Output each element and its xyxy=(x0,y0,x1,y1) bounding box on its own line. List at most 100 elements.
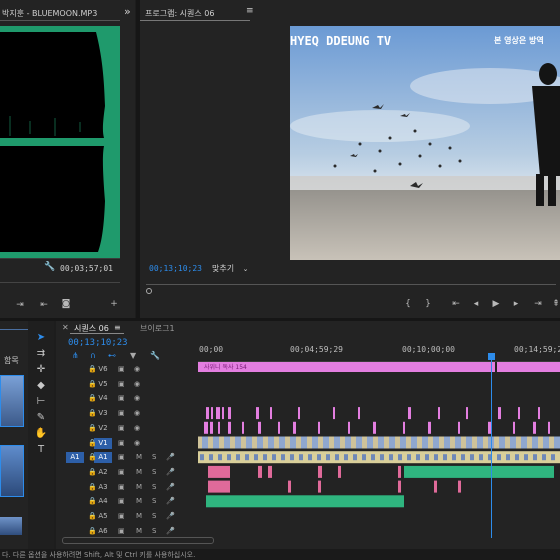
mic-icon[interactable]: 🎤 xyxy=(166,512,175,520)
solo-icon[interactable]: S xyxy=(152,483,156,491)
audio-clip-a1[interactable] xyxy=(470,454,474,461)
audio-clip-a1[interactable] xyxy=(227,454,231,461)
title-clip-v2[interactable] xyxy=(204,421,208,434)
video-clip-v1[interactable] xyxy=(290,436,296,449)
source-panel-menu[interactable]: » xyxy=(124,5,131,18)
audio-clip-a1[interactable] xyxy=(452,454,456,461)
audio-track-a1[interactable] xyxy=(198,451,560,464)
title-clip-v3[interactable] xyxy=(358,407,360,420)
lock-icon[interactable]: 🔒 xyxy=(88,424,97,432)
title-clip-v3[interactable] xyxy=(438,407,440,420)
audio-clip-a1[interactable] xyxy=(515,454,519,461)
audio-clip-a1[interactable] xyxy=(533,454,537,461)
wrench-icon[interactable]: 🔧 xyxy=(44,262,55,272)
mark-in-icon[interactable]: { xyxy=(402,299,414,309)
pen-icon[interactable]: ✎ xyxy=(34,411,48,425)
mic-icon[interactable]: 🎤 xyxy=(166,527,175,535)
timeline-scrollbar[interactable] xyxy=(62,537,214,544)
audio-clip-a3[interactable] xyxy=(208,480,230,493)
title-clip-v3[interactable] xyxy=(333,407,335,420)
clip-area[interactable]: 사위니 독사 154 xyxy=(198,361,560,539)
video-clip-v1[interactable] xyxy=(279,436,285,449)
audio-clip-a2-green[interactable] xyxy=(404,465,554,478)
audio-clip-a1[interactable] xyxy=(461,454,465,461)
go-to-out-icon[interactable]: ⇥ xyxy=(532,299,544,309)
audio-clip-a3[interactable] xyxy=(434,480,437,493)
audio-clip-a1[interactable] xyxy=(524,454,528,461)
video-clip-v1[interactable] xyxy=(444,436,450,449)
eye-icon[interactable]: ◉ xyxy=(134,424,140,432)
source-ruler[interactable] xyxy=(0,282,120,289)
video-clip-v1[interactable] xyxy=(499,436,505,449)
selection-tool-icon[interactable]: ➤ xyxy=(34,331,48,345)
video-clip-v1[interactable] xyxy=(202,436,208,449)
timeline-tab-other[interactable]: 브이로그1 xyxy=(140,323,175,334)
program-menu[interactable]: ≡ xyxy=(246,6,254,16)
video-clip-v1[interactable] xyxy=(378,436,384,449)
title-clip-v3[interactable] xyxy=(408,407,411,420)
video-clip-v1[interactable] xyxy=(301,436,307,449)
video-clip-v1[interactable] xyxy=(554,436,560,449)
mute-icon[interactable]: M xyxy=(136,483,142,491)
lock-icon[interactable]: 🔒 xyxy=(88,453,97,461)
program-timecode[interactable]: 00;13;10;23 xyxy=(149,264,202,273)
video-clip-v1[interactable] xyxy=(213,436,219,449)
mute-icon[interactable]: M xyxy=(136,453,142,461)
lock-icon[interactable]: 🔒 xyxy=(88,512,97,520)
thumbnail-2[interactable] xyxy=(0,445,24,497)
razor-icon[interactable]: ◆ xyxy=(34,379,48,393)
mute-icon[interactable]: M xyxy=(136,527,142,535)
video-clip-v1[interactable] xyxy=(433,436,439,449)
audio-clip-a1[interactable] xyxy=(254,454,258,461)
title-clip-v3[interactable] xyxy=(498,407,501,420)
audio-clip-a1[interactable] xyxy=(398,454,402,461)
audio-clip-a1[interactable] xyxy=(281,454,285,461)
audio-clip-a2[interactable] xyxy=(268,465,272,478)
sync-icon[interactable]: ▣ xyxy=(118,497,125,505)
track-header-v1[interactable]: V1 🔒 ▣ ◉ xyxy=(56,437,196,450)
slip-icon[interactable]: ⊢ xyxy=(34,395,48,409)
marker-icon[interactable]: ▼ xyxy=(130,351,136,360)
audio-clip-a1[interactable] xyxy=(209,454,213,461)
title-clip-v2[interactable] xyxy=(278,421,280,434)
title-clip-v3[interactable] xyxy=(466,407,468,420)
hand-icon[interactable]: ✋ xyxy=(34,427,48,441)
audio-clip-a1[interactable] xyxy=(308,454,312,461)
eye-icon[interactable]: ◉ xyxy=(134,380,140,388)
music-clip-a4[interactable] xyxy=(206,495,404,508)
title-clip-v3[interactable] xyxy=(222,407,224,420)
video-clip-v1[interactable] xyxy=(257,436,263,449)
audio-clip-a3[interactable] xyxy=(458,480,461,493)
lock-icon[interactable]: 🔒 xyxy=(88,409,97,417)
video-clip-v1[interactable] xyxy=(510,436,516,449)
track-select-icon[interactable]: ⇉ xyxy=(34,347,48,361)
timeline-close-icon[interactable]: ✕ xyxy=(62,323,69,332)
title-clip-v2[interactable] xyxy=(293,421,296,434)
mic-icon[interactable]: 🎤 xyxy=(166,453,175,461)
track-header-a5[interactable]: A5 🔒 ▣ M S 🎤 xyxy=(56,510,196,523)
track-header-a6[interactable]: A6 🔒 ▣ M S 🎤 xyxy=(56,525,196,538)
title-clip-v3[interactable] xyxy=(256,407,259,420)
timeline-timecode[interactable]: 00;13;10;23 xyxy=(68,338,128,348)
magnet-icon[interactable]: ∩ xyxy=(90,351,96,360)
track-header-a2[interactable]: A2 🔒 ▣ M S 🎤 xyxy=(56,466,196,479)
audio-clip-a2[interactable] xyxy=(318,465,322,478)
program-scrubber[interactable] xyxy=(146,284,556,285)
audio-clip-a1[interactable] xyxy=(335,454,339,461)
mute-icon[interactable]: M xyxy=(136,512,142,520)
add-button-icon[interactable]: + xyxy=(108,299,120,309)
title-clip-v2[interactable] xyxy=(318,421,320,434)
sync-icon[interactable]: ▣ xyxy=(118,424,125,432)
eye-icon[interactable]: ◉ xyxy=(134,394,140,402)
step-back-icon[interactable]: ◂ xyxy=(470,299,482,309)
audio-clip-a2[interactable] xyxy=(338,465,341,478)
track-header-v2[interactable]: V2 🔒 ▣ ◉ xyxy=(56,422,196,435)
sync-icon[interactable]: ▣ xyxy=(118,439,125,447)
audio-clip-a3[interactable] xyxy=(288,480,291,493)
audio-clip-a3[interactable] xyxy=(398,480,401,493)
mute-icon[interactable]: M xyxy=(136,497,142,505)
sync-icon[interactable]: ▣ xyxy=(118,380,125,388)
track-header-a4[interactable]: A4 🔒 ▣ M S 🎤 xyxy=(56,495,196,508)
eye-icon[interactable]: ◉ xyxy=(134,365,140,373)
audio-clip-a1[interactable] xyxy=(272,454,276,461)
